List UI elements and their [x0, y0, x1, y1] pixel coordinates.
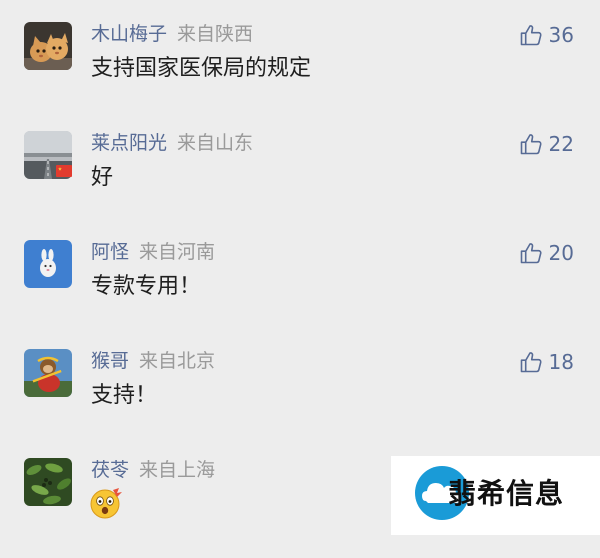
comment-meta: 猴哥 来自北京	[91, 347, 215, 375]
comment-item: 阿怪 来自河南 专款专用！ 20	[0, 240, 600, 340]
like-button[interactable]: 20	[519, 238, 574, 268]
comment-text: 支持国家医保局的规定	[91, 56, 312, 81]
location-label: 来自陕西	[177, 23, 254, 45]
avatar[interactable]	[24, 349, 72, 397]
like-count: 18	[548, 350, 574, 374]
cat-kittens-avatar-icon	[24, 22, 72, 70]
comment-text: 专款专用！	[91, 274, 202, 299]
thumbs-up-icon	[520, 243, 542, 264]
location-label: 来自上海	[139, 459, 216, 481]
cartoon-rabbit-avatar-icon	[24, 240, 72, 288]
comment-meta: 阿怪 来自河南	[91, 238, 215, 266]
username[interactable]: 茯苓	[91, 459, 129, 481]
watermark-text: 翡希信息	[448, 477, 565, 510]
shocked-face-emoji-icon	[89, 486, 123, 520]
username[interactable]: 阿怪	[91, 241, 129, 263]
comment-text: 好	[91, 165, 114, 190]
thumbs-up-icon	[520, 352, 542, 373]
comment-meta: 茯苓 来自上海	[91, 456, 215, 484]
comment-meta: 莱点阳光 来自山东	[91, 129, 253, 157]
avatar[interactable]	[24, 22, 72, 70]
username[interactable]: 木山梅子	[91, 23, 167, 45]
thumbs-up-icon	[520, 134, 542, 155]
username[interactable]: 莱点阳光	[91, 132, 167, 154]
monkey-king-avatar-icon	[24, 349, 72, 397]
watermark: 翡希信息	[391, 456, 600, 535]
username[interactable]: 猴哥	[91, 350, 129, 372]
green-plants-avatar-icon	[24, 458, 72, 506]
like-count: 20	[548, 241, 574, 265]
like-button[interactable]: 36	[519, 20, 574, 50]
location-label: 来自山东	[177, 132, 254, 154]
like-button[interactable]: 18	[519, 347, 574, 377]
comment-item: 木山梅子 来自陕西 支持国家医保局的规定 36	[0, 22, 600, 122]
comment-item: 猴哥 来自北京 支持！ 18	[0, 349, 600, 449]
location-label: 来自北京	[139, 350, 216, 372]
avatar[interactable]	[24, 458, 72, 506]
china-flag-icon	[56, 165, 72, 177]
comment-item: 莱点阳光 来自山东 好 22	[0, 131, 600, 231]
like-count: 36	[548, 23, 574, 47]
comment-meta: 木山梅子 来自陕西	[91, 20, 253, 48]
avatar[interactable]	[24, 240, 72, 288]
comment-text: 支持！	[91, 383, 158, 408]
like-button[interactable]: 22	[519, 129, 574, 159]
like-count: 22	[548, 132, 574, 156]
location-label: 来自河南	[139, 241, 216, 263]
thumbs-up-icon	[520, 25, 542, 46]
